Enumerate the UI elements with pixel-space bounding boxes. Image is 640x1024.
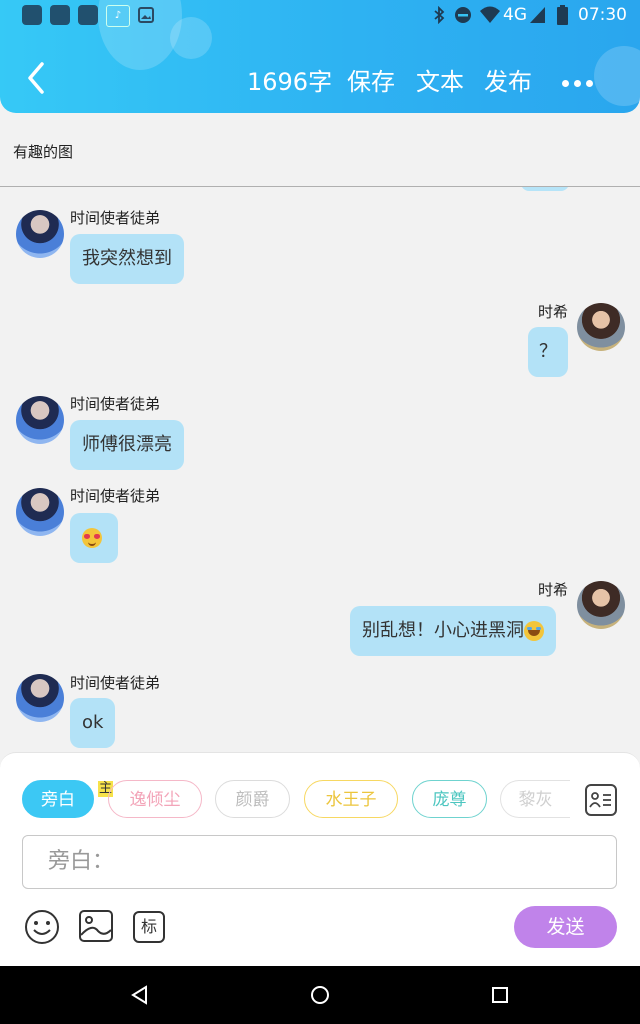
system-navigation-bar [0,966,640,1024]
sender-name: 时间使者徒弟 [70,487,161,505]
avatar-shijian-shizhe-tudi[interactable] [16,674,64,722]
message-bubble[interactable] [70,513,118,563]
message-bubble[interactable]: 师傅很漂亮 [70,420,184,470]
avatar-shixi[interactable] [577,581,625,629]
app-icon [78,5,98,25]
sender-name: 时间使者徒弟 [70,209,161,227]
image-icon [138,7,154,23]
role-chip-pangzun[interactable]: 庞尊 [412,780,487,818]
save-button[interactable]: 保存 [347,62,395,97]
dnd-icon [455,7,471,23]
message-bubble[interactable]: 别乱想！小心进黑洞 [350,606,556,656]
tag-button[interactable]: 标 [133,911,165,943]
top-header: ♪ 4G 07:30 1696字 保存 文本 发布 [0,0,640,113]
text-button[interactable]: 文本 [416,62,464,97]
clock: 07:30 [578,5,627,25]
story-title: 有趣的图 [13,143,74,161]
wifi-icon [480,6,500,23]
app-icon [50,5,70,25]
message-bubble[interactable]: 我突然想到 [70,234,184,284]
role-chip-lihui[interactable]: 黎灰 [500,780,570,818]
signal-icon [530,7,545,23]
story-title-bar: 有趣的图 [0,113,640,187]
status-bar: ♪ 4G 07:30 [0,0,640,32]
avatar-shijian-shizhe-tudi[interactable] [16,488,64,536]
message-input[interactable]: 旁白： [22,835,617,889]
publish-button[interactable]: 发布 [484,62,532,97]
laughing-tears-emoji-icon [524,621,544,641]
decor-bubble [594,46,640,106]
nav-recents-icon[interactable] [490,985,510,1005]
send-button[interactable]: 发送 [514,906,617,948]
back-arrow-icon[interactable] [22,58,50,98]
message-bubble-partial [521,187,569,191]
app-icon [22,5,42,25]
more-options-icon[interactable] [562,72,598,91]
chat-area[interactable]: 时间使者徒弟 我突然想到 时希 ？ 时间使者徒弟 师傅很漂亮 时间使者徒弟 时希… [0,187,640,752]
sender-name: 时希 [538,303,569,321]
heart-eyes-emoji-icon [82,528,102,548]
message-bubble[interactable]: ？ [528,327,568,377]
music-app-icon: ♪ [106,5,130,27]
word-count: 1696字 [247,68,333,96]
role-chip-yanjue[interactable]: 颜爵 [215,780,290,818]
avatar-shijian-shizhe-tudi[interactable] [16,210,64,258]
sender-name: 时间使者徒弟 [70,395,161,413]
nav-back-icon[interactable] [130,985,150,1005]
bluetooth-icon [434,6,445,24]
role-list-icon[interactable] [585,784,617,816]
emoji-icon[interactable] [24,909,60,945]
sender-name: 时间使者徒弟 [70,674,161,692]
composer-panel: 旁白 主 逸倾尘 颜爵 水王子 庞尊 黎灰 旁白： 标 发送 [0,752,640,967]
image-upload-icon[interactable] [78,909,114,943]
nav-home-icon[interactable] [310,985,330,1005]
role-chip-yiqingchen[interactable]: 逸倾尘 [108,780,202,818]
message-text: 别乱想！小心进黑洞 [362,620,524,641]
battery-icon [557,5,568,25]
network-type: 4G [503,5,527,25]
avatar-shixi[interactable] [577,303,625,351]
sender-name: 时希 [538,581,569,599]
message-bubble[interactable]: ok [70,698,116,748]
role-chip-narrator[interactable]: 旁白 [22,780,94,818]
avatar-shijian-shizhe-tudi[interactable] [16,396,64,444]
role-chip-shuiwangzi[interactable]: 水王子 [304,780,398,818]
